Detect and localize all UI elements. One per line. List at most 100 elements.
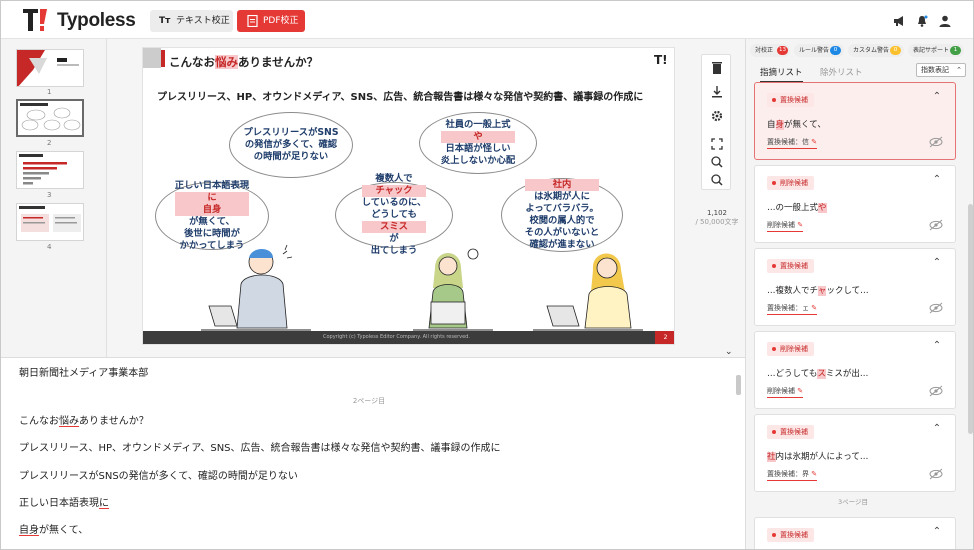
issues-panel: 対校正 13 ルール警告 0 カスタム警告 0 表記サポート 1 指摘リスト 除外リスト… [745, 39, 973, 549]
worried-woman-illustration [413, 248, 493, 331]
text-line: 自身が無くて、 [19, 525, 89, 536]
text-scrollbar[interactable] [736, 375, 741, 395]
hide-eye-icon[interactable] [929, 385, 943, 397]
chevron-up-icon: ⌃ [956, 66, 962, 74]
speech-bubble: 社内 は氷期が人に よってバラバラ。 校閲の属人的で その人がいないと 確認が進ま… [501, 178, 623, 252]
delete-icon[interactable] [709, 61, 725, 75]
page-thumbnail[interactable] [16, 99, 84, 137]
hide-eye-icon[interactable] [929, 468, 943, 480]
text-proofread-button[interactable]: Tт テキスト校正 [150, 10, 233, 32]
thumbnail-page-number: 4 [47, 243, 52, 251]
text-line: プレスリリースがSNSの発信が多くて、確認の時間が足りない [19, 471, 298, 482]
suggestion-text[interactable]: 置換候補：界 ✎ [767, 469, 818, 481]
chevron-up-icon[interactable]: ⌃ [931, 340, 943, 352]
issue-card[interactable]: 置換候補 ⌃ 社内は氷期が人によって… 置換候補：界 ✎ [754, 414, 956, 492]
chevron-up-icon[interactable]: ⌃ [931, 91, 943, 103]
issue-card[interactable]: 削除候補 ⌃ …の一般上式や 削除候補 ✎ [754, 165, 956, 243]
issue-context: 自身が無くて、 [767, 120, 826, 130]
issue-context: 社内は氷期が人によって… [767, 452, 869, 462]
chevron-up-icon[interactable]: ⌃ [931, 257, 943, 269]
speech-bubble: 正しい日本語表現に 自身 が無くて、 後世に時間が かかってしまう [155, 180, 269, 251]
issue-card[interactable]: 置換候補 ⌃ 自身が無くて、 置換候補：信 ✎ [754, 82, 956, 160]
speech-bubble: 複数人で チャック しているのに、 どうしても スミスが 出てしまう [335, 173, 453, 256]
thumbnail-page-number: 2 [47, 139, 52, 147]
filter-chip-rule[interactable]: ルール警告 0 [794, 44, 844, 57]
suggestion-text[interactable]: 削除候補 ✎ [767, 386, 804, 398]
user-icon[interactable] [938, 14, 952, 28]
slide-title: こんなお悩みありませんか？ [169, 55, 319, 69]
page-thumbnail[interactable] [16, 151, 84, 189]
bell-icon[interactable] [915, 14, 929, 28]
slide-logo: T! [654, 53, 668, 67]
issue-type-badge: 削除候補 [767, 342, 814, 356]
pdf-icon [247, 15, 258, 27]
zoom-out-icon[interactable] [709, 173, 725, 187]
text-line: 朝日新聞社メディア事業本部 [19, 368, 149, 379]
slide-footer-text: Copyright (c) Typoless Editor Company. A… [323, 334, 470, 340]
thumbnail-cover-image [17, 50, 79, 86]
text-line: プレスリリース、HP、オウンドメディア、SNS、広告、統合報告書は様々な発信や契… [19, 443, 501, 454]
pdf-proofread-button[interactable]: PDF校正 [237, 10, 305, 32]
pdf-viewer: こんなお悩みありませんか？ T! プレスリリース、HP、オウンドメディア、SNS… [107, 39, 745, 391]
speech-bubble: プレスリリースがSNS の発信が多くて、確認 の時間が足りない [229, 112, 353, 178]
worried-man-illustration [201, 244, 311, 331]
download-icon[interactable] [709, 85, 725, 99]
flagged-text[interactable]: 悩み [59, 416, 79, 427]
filter-chip-typo[interactable]: 対校正 13 [750, 44, 790, 57]
page-thumbnail[interactable] [16, 203, 84, 241]
page-separator: 2ページ目 [352, 397, 386, 405]
thumbnail-page-number: 1 [47, 88, 52, 96]
filter-chip-support[interactable]: 表記サポート 1 [908, 44, 964, 57]
chevron-up-icon[interactable]: ⌃ [931, 423, 943, 435]
issue-card[interactable]: 置換候補 ⌃ …複数人でチャックして… 置換候補：ェ ✎ [754, 248, 956, 326]
chevron-down-icon[interactable]: ⌄ [725, 347, 737, 357]
pdf-proofread-label: PDF校正 [263, 16, 299, 26]
thumbnail-chart-image [19, 154, 67, 185]
chevron-up-icon[interactable]: ⌃ [931, 526, 943, 538]
speech-bubble: 社員の一般上式や 日本語が怪しい 炎上しないか心配 [419, 112, 537, 174]
page-thumbnails: 1 2 3 4 [1, 39, 107, 357]
filter-chip-custom[interactable]: カスタム警告 0 [848, 44, 904, 57]
thumbnail-page-number: 3 [47, 191, 52, 199]
text-icon: Tт [159, 16, 171, 26]
issues-scrollbar[interactable] [968, 204, 973, 434]
worried-woman2-illustration [533, 253, 643, 331]
slide-page: こんなお悩みありませんか？ T! プレスリリース、HP、オウンドメディア、SNS… [142, 47, 675, 345]
issue-card[interactable]: 削除候補 ⌃ …どうしてもスミスが出… 削除候補 ✎ [754, 331, 956, 409]
hide-eye-icon[interactable] [929, 136, 943, 148]
suggestion-text[interactable]: 置換候補：ェ ✎ [767, 303, 818, 315]
thumbnail-slide-image [20, 103, 81, 131]
slide-title-accent [143, 48, 161, 68]
chevron-up-icon[interactable]: ⌃ [931, 174, 943, 186]
hide-eye-icon[interactable] [929, 219, 943, 231]
flagged-text[interactable]: 自身 [19, 525, 39, 536]
viewer-toolbar [701, 54, 731, 190]
suggestion-text[interactable]: 置換候補：信 ✎ [767, 137, 818, 149]
zoom-in-icon[interactable] [709, 155, 725, 169]
issue-type-badge: 削除候補 [767, 176, 814, 190]
typoless-logo-icon[interactable] [23, 8, 49, 32]
tab-excluded-list[interactable]: 除外リスト [820, 66, 863, 78]
megaphone-icon[interactable] [892, 14, 906, 28]
app-window: Typoless Tт テキスト校正 PDF校正 1 2 3 4 こんなお悩みあ… [0, 0, 974, 550]
slide-subtitle: プレスリリース、HP、オウンドメディア、SNS、広告、統合報告書は様々な発信や契… [157, 92, 644, 103]
hide-eye-icon[interactable] [929, 302, 943, 314]
app-name: Typoless [57, 10, 136, 31]
text-line: 正しい日本語表現に [19, 498, 109, 509]
app-header: Typoless Tт テキスト校正 PDF校正 [1, 1, 973, 39]
issue-type-badge: 置換候補 [767, 93, 814, 107]
issue-type-badge: 置換候補 [767, 425, 814, 439]
settings-icon[interactable] [709, 109, 725, 123]
tab-issue-list[interactable]: 指摘リスト [760, 66, 803, 83]
issue-card[interactable]: 置換候補 ⌃ [754, 517, 956, 549]
text-proofread-label: テキスト校正 [176, 16, 230, 26]
character-count: 1,102 / 50,000文字 [695, 209, 739, 226]
fullscreen-icon[interactable] [709, 137, 725, 151]
page-thumbnail[interactable] [16, 49, 84, 87]
suggestion-text[interactable]: 削除候補 ✎ [767, 220, 804, 232]
extracted-text-panel: 朝日新聞社メディア事業本部 2ページ目 こんなお悩みありませんか？ プレスリリー… [1, 357, 745, 549]
sort-dropdown[interactable]: 指数表記 ⌃ [916, 63, 966, 77]
flagged-text[interactable]: に [99, 498, 109, 509]
text-line: こんなお悩みありませんか？ [19, 416, 149, 427]
slide-page-number: 2 [655, 331, 674, 344]
